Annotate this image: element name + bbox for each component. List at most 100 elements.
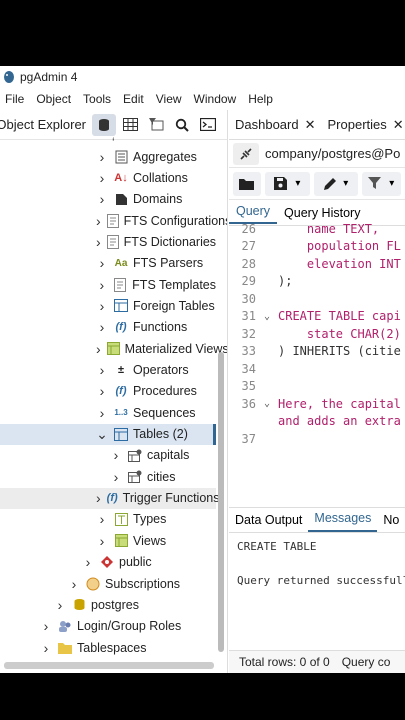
save-icon: [274, 177, 288, 190]
menu-help[interactable]: Help: [248, 92, 273, 106]
chevron-right-icon[interactable]: ›: [96, 490, 101, 506]
tree-item-fts-configurations[interactable]: › FTS Configurations: [0, 210, 227, 231]
menu-edit[interactable]: Edit: [123, 92, 144, 106]
chevron-right-icon[interactable]: ›: [96, 319, 108, 335]
line-number: 29: [241, 274, 256, 289]
tree-item-postgres[interactable]: › postgres: [0, 594, 216, 615]
tree-item-login-group-roles[interactable]: › Login/Group Roles: [0, 616, 216, 637]
tree-item-types[interactable]: › Types: [0, 509, 216, 530]
tree-item-procedures[interactable]: › (f) Procedures: [0, 381, 216, 402]
tree-item-tables[interactable]: ⌄ Tables (2): [0, 423, 216, 445]
pgadmin-logo-icon: [4, 71, 14, 83]
tree-horizontal-scrollbar[interactable]: [4, 662, 214, 669]
fold-chevron-icon[interactable]: ⌄: [264, 398, 278, 409]
domains-icon: [114, 192, 128, 206]
connection-label[interactable]: company/postgres@Po: [265, 146, 400, 161]
close-icon[interactable]: ✕: [393, 117, 404, 133]
tab-properties[interactable]: Properties ✕: [322, 117, 405, 133]
tab-notifications[interactable]: No: [377, 513, 405, 532]
tree-item-functions[interactable]: › (f) Functions: [0, 317, 216, 338]
menu-window[interactable]: Window: [194, 92, 237, 106]
tree-item-operators[interactable]: › ± Operators: [0, 360, 216, 381]
chevron-right-icon[interactable]: ›: [96, 170, 108, 186]
chevron-right-icon[interactable]: ›: [96, 405, 108, 421]
tree-item-fts-templates[interactable]: › FTS Templates: [0, 274, 216, 295]
chevron-right-icon[interactable]: ›: [96, 191, 108, 207]
tree-item-subscriptions[interactable]: › Subscriptions: [0, 573, 216, 594]
tree-item-cities[interactable]: › cities: [0, 466, 216, 487]
menu-file[interactable]: File: [5, 92, 24, 106]
menu-tools[interactable]: Tools: [83, 92, 111, 106]
chevron-right-icon[interactable]: ›: [68, 576, 80, 592]
menu-object[interactable]: Object: [36, 92, 71, 106]
tree-item-collations[interactable]: › A↓ Collations: [0, 167, 216, 188]
chevron-right-icon[interactable]: ›: [96, 213, 101, 229]
chevron-down-icon[interactable]: ⌄: [96, 426, 108, 442]
tab-messages[interactable]: Messages: [308, 511, 378, 532]
editor-line: 33) INHERITS (citie: [229, 343, 405, 361]
tree-item-sequences[interactable]: › 1..3 Sequences: [0, 402, 216, 423]
query-tool-panel: Dashboard ✕ Properties ✕ company/postgres@…: [229, 110, 405, 673]
chevron-right-icon[interactable]: ›: [40, 618, 52, 634]
tree-item-label: FTS Dictionaries: [123, 234, 217, 249]
chevron-right-icon[interactable]: ›: [96, 362, 108, 378]
tree-item-fts-dictionaries[interactable]: › FTS Dictionaries: [0, 231, 216, 252]
chevron-right-icon[interactable]: ›: [54, 597, 66, 613]
tree-item-tablespaces[interactable]: › Tablespaces: [0, 637, 216, 658]
login-group-roles-icon: [58, 619, 72, 633]
tree-item-views[interactable]: › Views: [0, 530, 216, 551]
tree-item-materialized-views[interactable]: › Materialized Views: [0, 338, 227, 359]
chevron-right-icon[interactable]: ›: [110, 447, 122, 463]
tree-item-label: Domains: [133, 192, 183, 207]
menu-bar: File Object Tools Edit View Window Help: [0, 88, 405, 110]
trigger-functions-icon: (f): [106, 492, 118, 505]
editor-line: 28 elevation INT: [229, 255, 405, 273]
object-explorer-title: Object Explorer: [0, 117, 86, 132]
editor-line: 32 state CHAR(2): [229, 325, 405, 343]
tab-data-output[interactable]: Data Output: [229, 513, 308, 532]
chevron-right-icon[interactable]: ›: [96, 298, 108, 314]
tree-item-public[interactable]: › public: [0, 552, 216, 573]
materialized-views-icon: [106, 342, 120, 356]
sql-editor[interactable]: 26 name TEXT, 27 population FL 28 elevatio…: [229, 222, 405, 446]
capitals-icon: [128, 448, 142, 462]
edit-button[interactable]: ▾: [314, 171, 358, 196]
editor-line: and adds an extra: [229, 413, 405, 431]
chevron-right-icon[interactable]: ›: [40, 640, 52, 656]
tree-item-trigger-functions[interactable]: › (f) Trigger Functions: [0, 487, 219, 509]
open-folder-icon[interactable]: [233, 171, 261, 196]
line-number: 30: [241, 291, 256, 306]
chevron-right-icon[interactable]: ›: [96, 234, 101, 250]
chevron-right-icon[interactable]: ›: [96, 255, 108, 271]
plug-icon[interactable]: [233, 142, 259, 165]
tab-dashboard[interactable]: Dashboard ✕: [229, 117, 322, 133]
tree-item-label: Materialized Views: [124, 341, 228, 356]
chevron-right-icon[interactable]: ›: [96, 341, 101, 357]
chevron-right-icon[interactable]: ›: [96, 533, 108, 549]
tree-item-foreign-tables[interactable]: › Foreign Tables: [0, 295, 216, 316]
save-button[interactable]: ▾: [264, 171, 311, 196]
types-icon: [114, 512, 128, 526]
tree-vertical-scrollbar[interactable]: [217, 142, 225, 673]
fold-chevron-icon[interactable]: ⌄: [264, 311, 278, 322]
tree-item-aggregates[interactable]: › Aggregates: [0, 146, 216, 167]
chevron-right-icon[interactable]: ›: [110, 469, 122, 485]
public-icon: [100, 555, 114, 569]
procedures-icon: (f): [115, 385, 127, 398]
chevron-down-icon: ▾: [343, 178, 349, 189]
tree-item-label: cities: [147, 469, 176, 484]
chevron-right-icon[interactable]: ›: [82, 554, 94, 570]
tree-item-label: capitals: [147, 448, 190, 463]
foreign-tables-icon: [114, 299, 128, 313]
chevron-right-icon[interactable]: ›: [96, 277, 108, 293]
chevron-right-icon[interactable]: ›: [96, 511, 108, 527]
filter-button[interactable]: ▾: [361, 171, 401, 196]
chevron-right-icon[interactable]: ›: [96, 383, 108, 399]
chevron-right-icon[interactable]: ›: [96, 149, 108, 165]
line-number: 34: [241, 361, 256, 376]
tree-item-fts-parsers[interactable]: › Aa FTS Parsers: [0, 253, 216, 274]
tree-item-domains[interactable]: › Domains: [0, 189, 216, 210]
close-icon[interactable]: ✕: [305, 117, 316, 133]
tree-item-capitals[interactable]: › capitals: [0, 445, 216, 466]
menu-view[interactable]: View: [156, 92, 182, 106]
